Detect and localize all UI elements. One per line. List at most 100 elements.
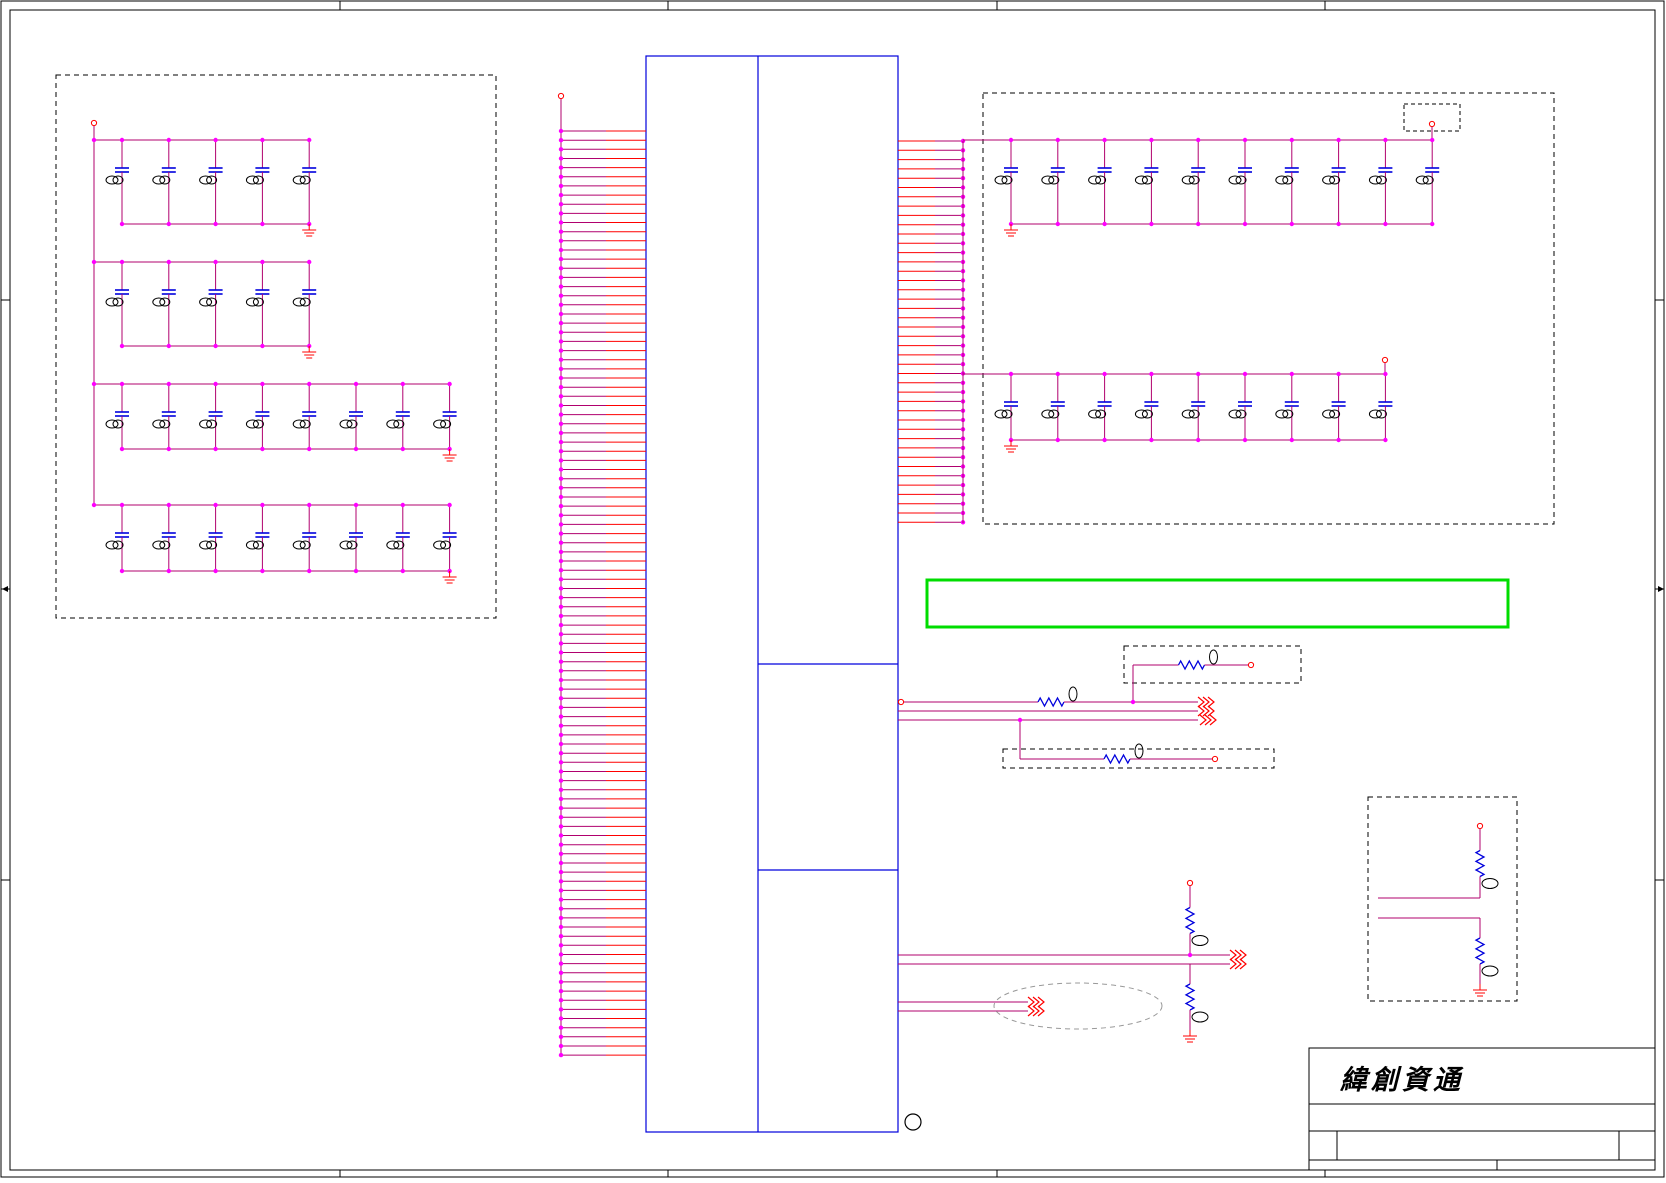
- left-power-pin: [557, 92, 565, 100]
- offpage-arrow: [1229, 949, 1247, 961]
- left-pin-junction: [558, 988, 564, 994]
- cap-value-glyph: [1368, 409, 1382, 419]
- left-pin-junction: [558, 632, 564, 637]
- junction-dot: [1289, 437, 1295, 443]
- cap-value-glyph: [1415, 175, 1429, 185]
- left-pin-junction: [558, 650, 564, 655]
- left-pin-junction: [558, 165, 564, 170]
- cap-value-glyph: [1181, 175, 1195, 185]
- left-pin-junction: [558, 705, 564, 710]
- left-pin-junction: [558, 961, 564, 966]
- resistor-value-glyph: [1134, 743, 1144, 759]
- left-pin-junction: [558, 860, 564, 866]
- signal-pin: [1211, 755, 1219, 763]
- resistor-symbol: [1103, 753, 1131, 765]
- resistor-symbol: [1474, 937, 1486, 965]
- left-pin-junction: [558, 156, 564, 161]
- junction-dot: [1149, 137, 1154, 143]
- left-pin-junction: [558, 1025, 564, 1030]
- logo-circle: [904, 1113, 922, 1131]
- junction-dot: [447, 381, 452, 387]
- offpage-arrow: [1197, 705, 1215, 717]
- strap-power-pin: [1476, 822, 1484, 830]
- junction-dot: [1242, 221, 1248, 227]
- left-pin-junction: [558, 275, 564, 280]
- left-pin-junction: [558, 622, 564, 628]
- junction-dot: [447, 502, 452, 508]
- cap-value-glyph: [386, 419, 400, 429]
- junction-dot: [1430, 221, 1435, 227]
- junction-dot: [1149, 437, 1154, 443]
- left-pin-junction: [558, 1007, 564, 1012]
- left-pin-junction: [558, 888, 564, 893]
- junction-dot: [260, 568, 265, 574]
- cap-value-glyph: [292, 419, 306, 429]
- left-pin-junction: [558, 421, 564, 426]
- junction-dot: [260, 381, 265, 387]
- left-pin-junction: [558, 851, 564, 856]
- left-pin-junction: [558, 449, 564, 454]
- left-rail-junction: [91, 381, 97, 387]
- offpage-arrow: [1027, 996, 1045, 1008]
- cap-value-glyph: [994, 175, 1008, 185]
- left-pin-junction: [558, 174, 564, 179]
- left-pin-junction: [558, 211, 564, 216]
- cap-value-glyph: [292, 540, 306, 550]
- junction-dot: [1102, 437, 1107, 443]
- resistor-value-glyph: [1191, 935, 1209, 946]
- left-pin-junction: [558, 659, 564, 664]
- left-pin-junction: [558, 970, 564, 975]
- junction-dot: [353, 446, 359, 452]
- junction-dot: [1383, 137, 1388, 143]
- cap-value-glyph: [339, 540, 353, 550]
- left-pin-junction: [558, 577, 564, 582]
- junction-dot: [400, 381, 405, 387]
- left-pin-junction: [558, 229, 564, 234]
- right-block-power-pin-2: [1381, 356, 1389, 364]
- cap-value-glyph: [1275, 175, 1289, 185]
- junction-dot: [166, 502, 171, 508]
- junction-dot: [353, 568, 359, 574]
- offpage-arrow: [1197, 696, 1215, 708]
- left-pin-junction: [558, 357, 564, 362]
- cap-value-glyph: [245, 175, 259, 185]
- left-pin-junction: [558, 513, 564, 518]
- left-rail-junction: [91, 502, 97, 508]
- junction-dot: [353, 381, 359, 387]
- left-pin-junction: [558, 192, 564, 198]
- cap-value-glyph: [1088, 175, 1102, 185]
- junction-dot: [1008, 371, 1014, 377]
- left-pin-junction: [558, 147, 564, 152]
- junction-dot: [166, 446, 171, 452]
- left-pin-junction: [558, 805, 564, 811]
- junction-dot: [1336, 221, 1341, 227]
- junction-dot: [1149, 371, 1154, 377]
- left-pin-junction: [558, 385, 564, 390]
- left-pin-junction: [558, 494, 564, 500]
- left-pin-junction: [558, 668, 564, 673]
- offpage-arrow: [1199, 714, 1217, 726]
- cap-value-glyph: [1322, 409, 1336, 419]
- junction-dot: [1102, 137, 1107, 143]
- left-pin-junction: [558, 723, 564, 728]
- resistor-symbol: [1184, 983, 1196, 1011]
- left-pin-junction: [558, 256, 564, 262]
- junction-dot: [1008, 137, 1014, 143]
- cap-value-glyph: [994, 409, 1008, 419]
- left-pin-junction: [558, 320, 564, 326]
- left-pin-junction: [558, 220, 564, 225]
- cap-value-glyph: [292, 175, 306, 185]
- junction-dot: [213, 381, 218, 387]
- resistor-value-glyph: [1209, 649, 1218, 665]
- left-pin-junction: [558, 769, 564, 774]
- dashed-ellipse-note: [993, 982, 1163, 1030]
- junction-dot: [1055, 137, 1061, 143]
- junction-dot: [1102, 221, 1107, 227]
- cap-value-glyph: [433, 419, 447, 429]
- left-pin-junction: [558, 375, 564, 381]
- junction-dot: [1102, 371, 1107, 377]
- highlight-box: [925, 578, 1510, 629]
- left-pin-junction: [558, 604, 564, 609]
- left-pin-junction: [558, 586, 564, 591]
- left-pin-junction: [558, 266, 564, 271]
